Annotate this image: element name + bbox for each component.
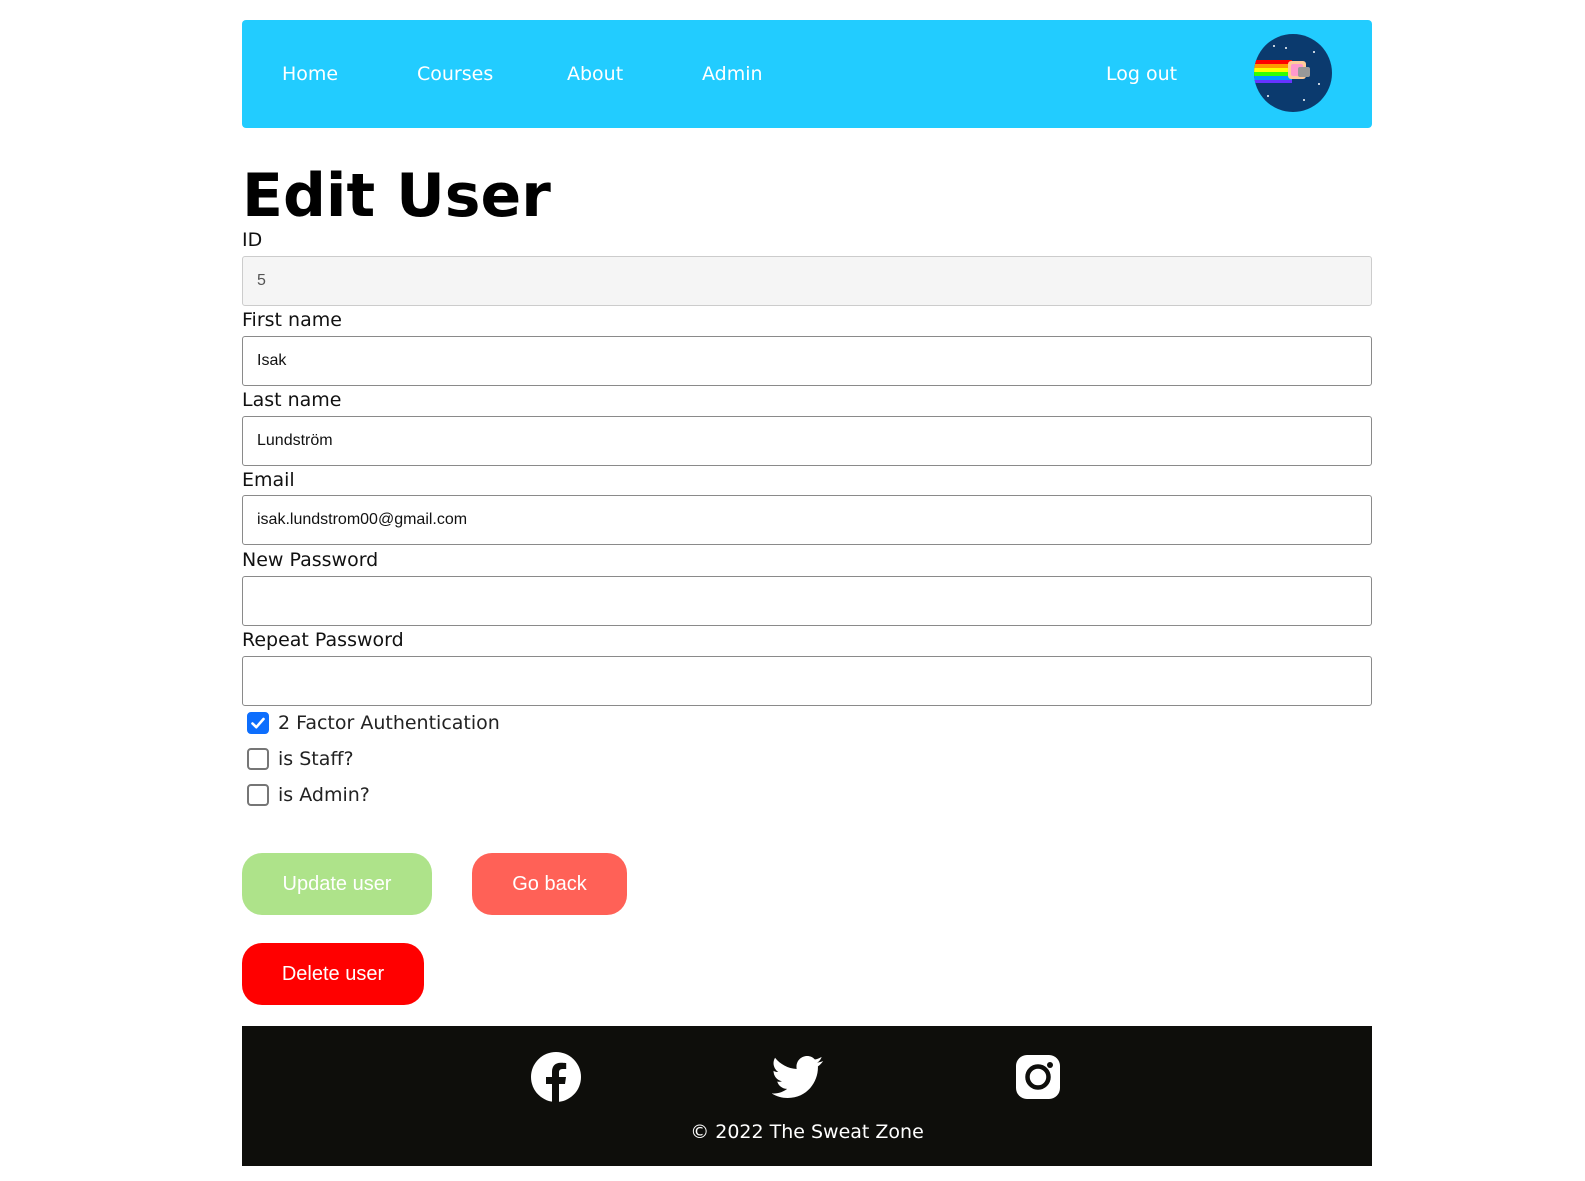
- delete-user-button[interactable]: Delete user: [242, 943, 424, 1005]
- facebook-icon[interactable]: [530, 1051, 582, 1103]
- main-container: Home Courses About Admin Log out Edit Us…: [242, 20, 1372, 1166]
- two-factor-checkbox[interactable]: [247, 712, 269, 734]
- is-admin-row: is Admin?: [247, 782, 370, 808]
- id-label: ID: [242, 229, 263, 251]
- page: Home Courses About Admin Log out Edit Us…: [0, 0, 1585, 1181]
- footer: © 2022 The Sweat Zone: [242, 1026, 1372, 1166]
- page-title: Edit User: [242, 161, 551, 231]
- nav-admin-link[interactable]: Admin: [702, 62, 763, 86]
- last-name-label: Last name: [242, 389, 342, 411]
- id-field[interactable]: [242, 256, 1372, 306]
- copyright-text: © 2022 The Sweat Zone: [690, 1121, 924, 1143]
- new-password-label: New Password: [242, 549, 379, 571]
- checkmark-icon: [251, 717, 265, 729]
- two-factor-label: 2 Factor Authentication: [278, 712, 500, 734]
- update-user-button[interactable]: Update user: [242, 853, 432, 915]
- is-staff-checkbox[interactable]: [247, 748, 269, 770]
- is-admin-label: is Admin?: [278, 784, 370, 806]
- first-name-label: First name: [242, 309, 342, 331]
- nyan-cat-avatar-image: [1254, 34, 1332, 112]
- is-admin-checkbox[interactable]: [247, 784, 269, 806]
- two-factor-row: 2 Factor Authentication: [247, 710, 500, 736]
- is-staff-label: is Staff?: [278, 748, 354, 770]
- nav-logout-link[interactable]: Log out: [1106, 62, 1177, 86]
- email-label: Email: [242, 469, 295, 491]
- is-staff-row: is Staff?: [247, 746, 354, 772]
- repeat-password-field[interactable]: [242, 656, 1372, 706]
- new-password-field[interactable]: [242, 576, 1372, 626]
- nav-about-link[interactable]: About: [567, 62, 623, 86]
- first-name-field[interactable]: [242, 336, 1372, 386]
- navbar: Home Courses About Admin Log out: [242, 20, 1372, 128]
- avatar[interactable]: [1254, 34, 1332, 112]
- twitter-icon[interactable]: [771, 1051, 824, 1103]
- repeat-password-label: Repeat Password: [242, 629, 404, 651]
- email-field[interactable]: [242, 495, 1372, 545]
- instagram-icon[interactable]: [1012, 1051, 1064, 1103]
- go-back-button[interactable]: Go back: [472, 853, 627, 915]
- nav-courses-link[interactable]: Courses: [417, 62, 493, 86]
- nav-home-link[interactable]: Home: [282, 62, 338, 86]
- last-name-field[interactable]: [242, 416, 1372, 466]
